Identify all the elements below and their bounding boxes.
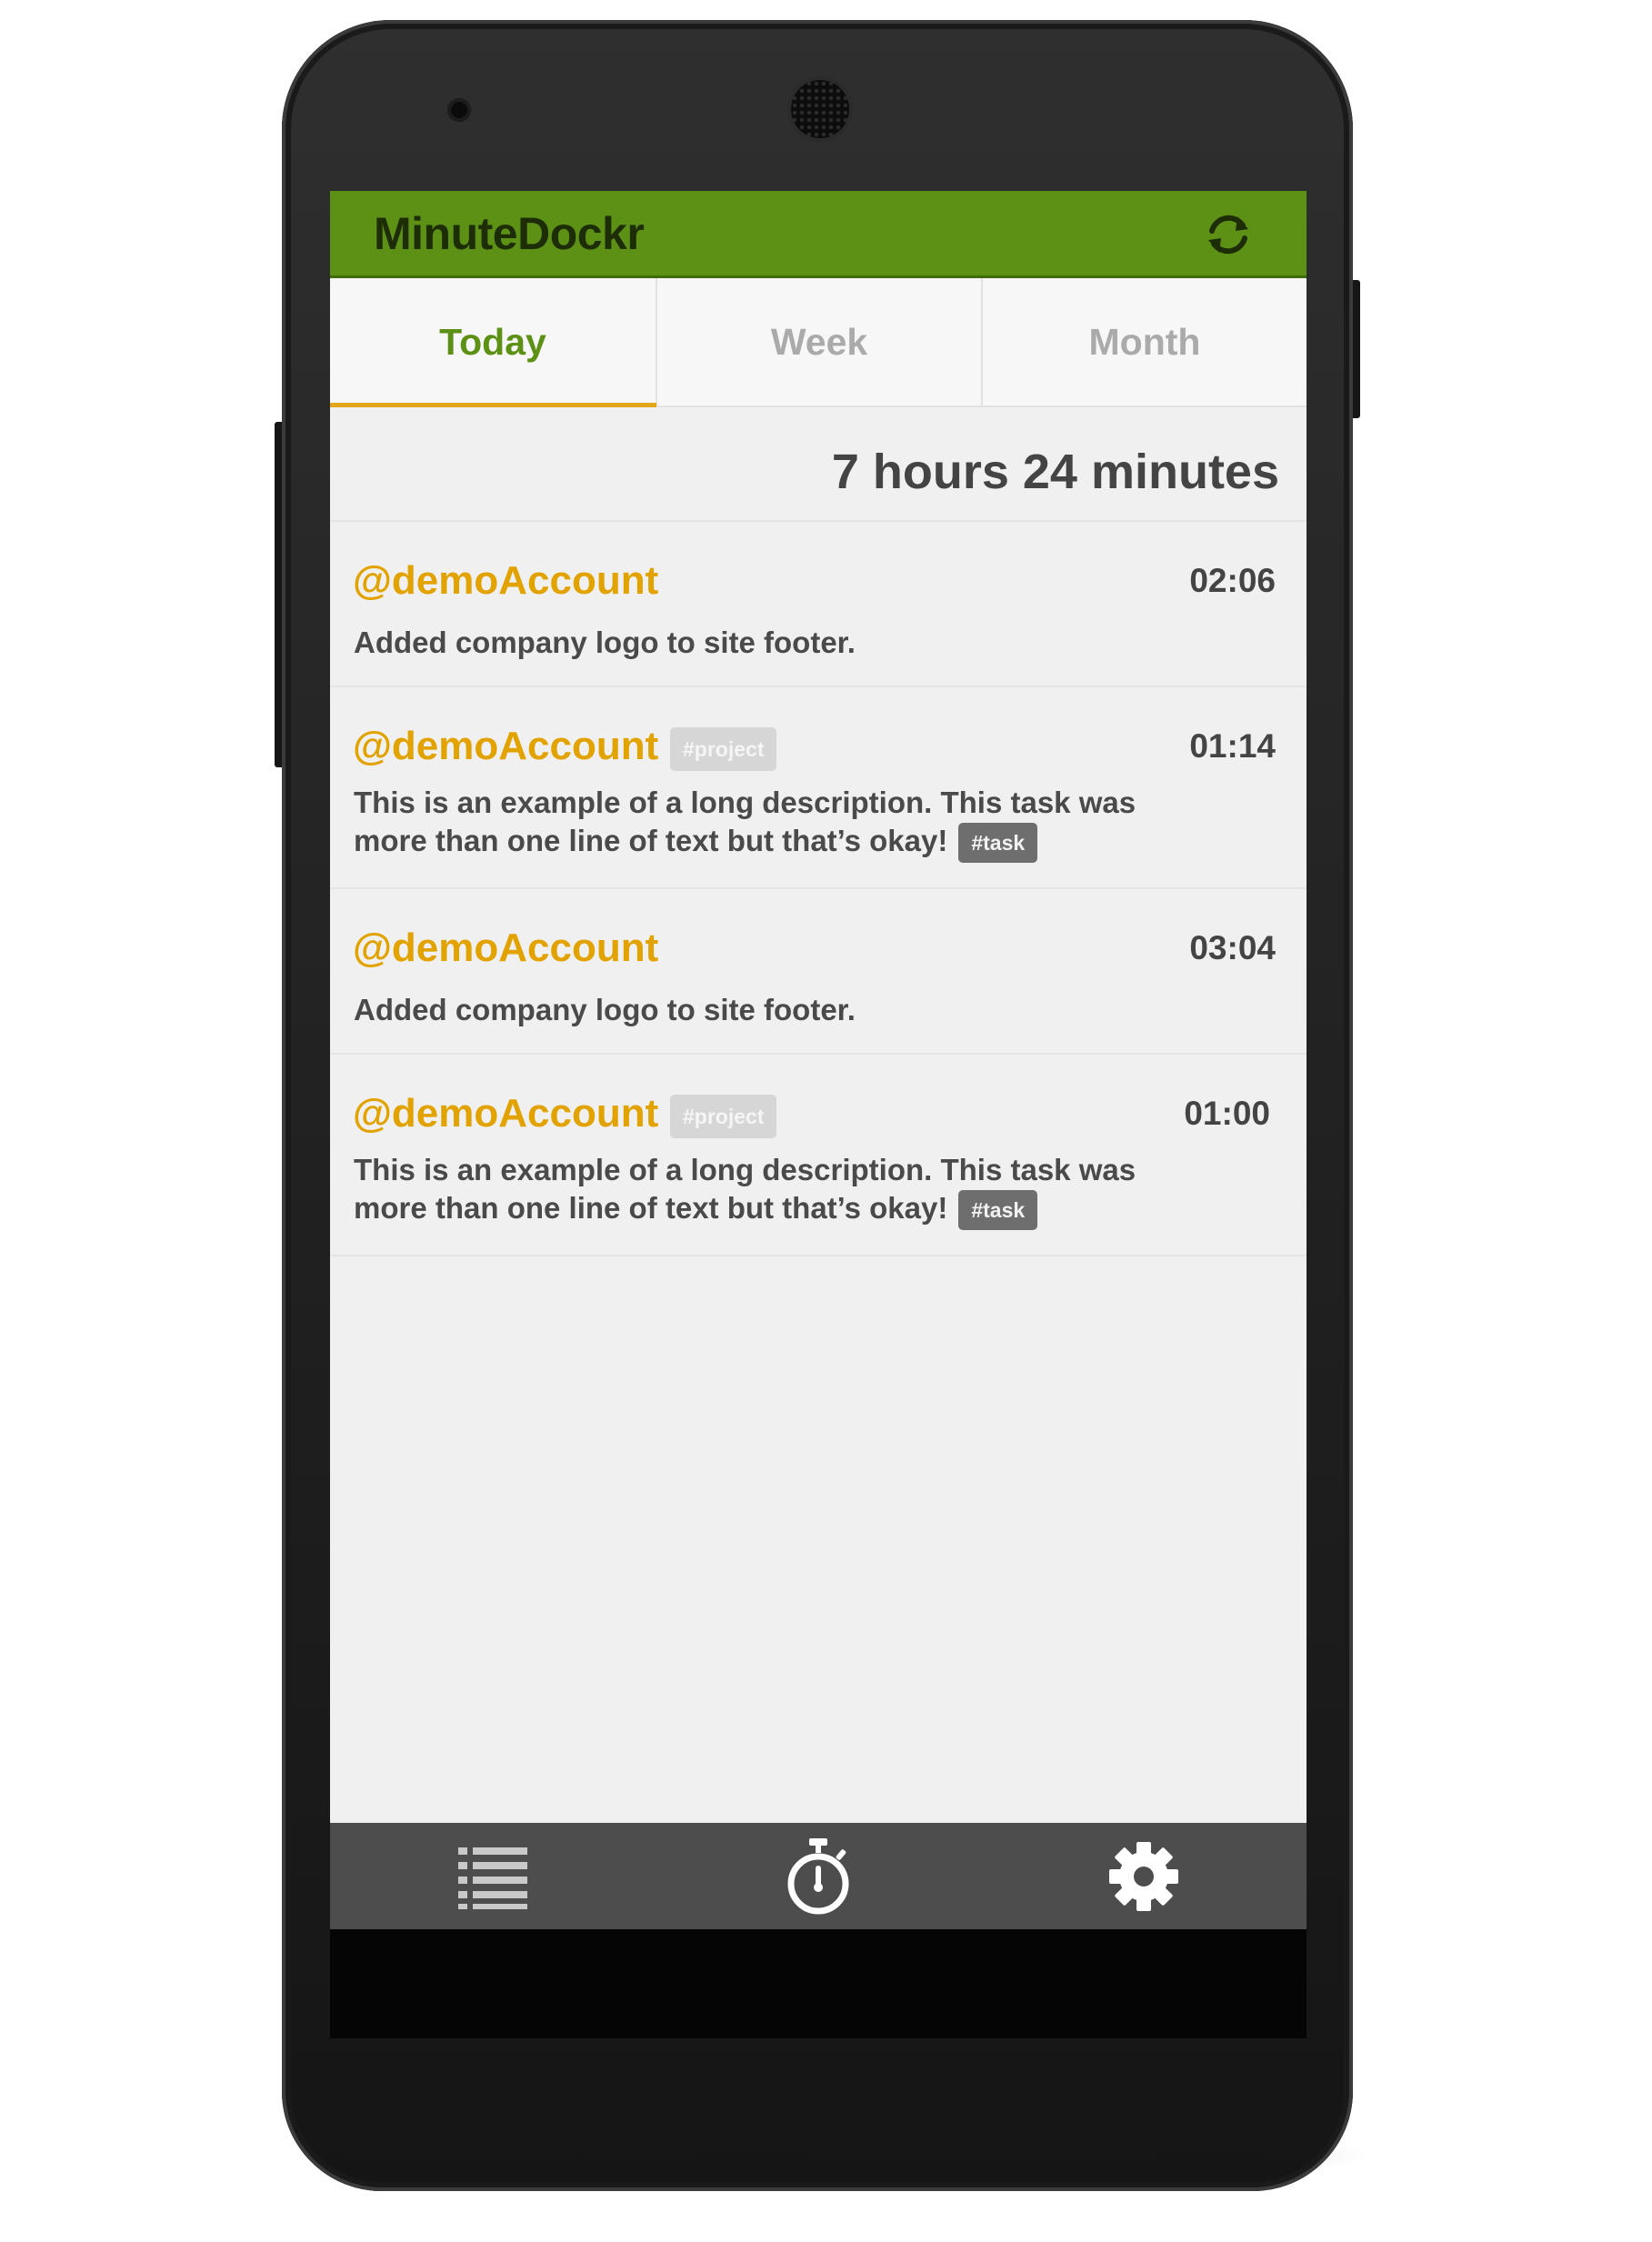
list-item[interactable]: @demoAccount #project 01:00 This is an e… <box>330 1055 1307 1256</box>
project-tag[interactable]: #project <box>670 1095 777 1138</box>
stopwatch-icon[interactable] <box>656 1823 981 1929</box>
entry-description: This is an example of a long description… <box>354 784 1172 864</box>
entry-account[interactable]: @demoAccount <box>353 724 658 769</box>
refresh-icon[interactable] <box>1203 209 1254 260</box>
entry-description: This is an example of a long description… <box>354 1151 1172 1231</box>
list-icon[interactable] <box>330 1823 656 1929</box>
total-row: 7 hours 24 minutes <box>330 407 1307 522</box>
entry-account[interactable]: @demoAccount <box>353 1091 658 1136</box>
entry-time: 03:04 <box>1189 929 1276 966</box>
entry-time: 01:14 <box>1189 727 1276 765</box>
entry-account[interactable]: @demoAccount <box>353 558 658 604</box>
project-tag[interactable]: #project <box>670 727 777 771</box>
entry-description: Added company logo to site footer. <box>354 993 856 1026</box>
task-tag[interactable]: #task <box>958 823 1038 864</box>
tab-week[interactable]: Week <box>656 278 981 405</box>
front-camera <box>447 98 471 122</box>
task-tag[interactable]: #task <box>958 1190 1038 1231</box>
list-item[interactable]: @demoAccount 03:04 Added company logo to… <box>330 889 1307 1055</box>
bottom-navigation <box>330 1823 1307 1929</box>
total-time: 7 hours 24 minutes <box>831 445 1279 499</box>
entry-account[interactable]: @demoAccount <box>353 926 658 971</box>
earpiece-speaker <box>791 80 849 138</box>
period-tabs: Today Week Month <box>330 278 1307 407</box>
entry-time: 02:06 <box>1189 562 1276 599</box>
gear-icon[interactable] <box>981 1823 1307 1929</box>
app-bar: MinuteDockr <box>330 191 1307 278</box>
screen-bottom-bezel <box>330 1929 1307 2038</box>
app-screen: MinuteDockr Today Week Month 7 hours 24 … <box>330 191 1307 1929</box>
list-item[interactable]: @demoAccount 02:06 Added company logo to… <box>330 522 1307 687</box>
tab-month[interactable]: Month <box>981 278 1307 405</box>
tab-today[interactable]: Today <box>330 278 656 405</box>
list-item[interactable]: @demoAccount #project 01:14 This is an e… <box>330 687 1307 889</box>
entry-description: Added company logo to site footer. <box>354 626 856 659</box>
entry-time: 01:00 <box>1184 1095 1270 1132</box>
app-title: MinuteDockr <box>374 208 645 259</box>
